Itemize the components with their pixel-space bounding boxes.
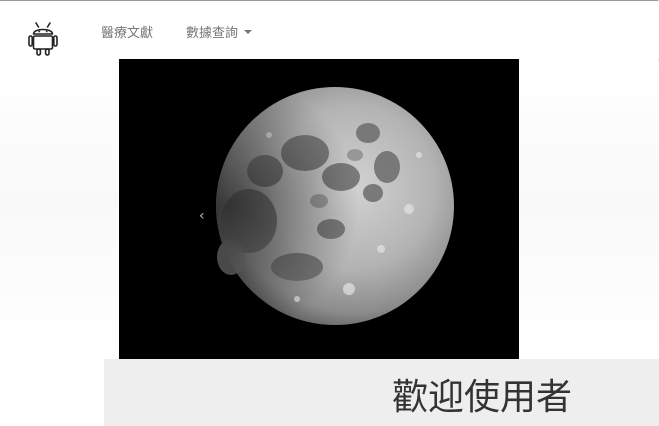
nav-link-docs-label: 醫療文獻	[101, 26, 154, 41]
navbar: 醫療文獻 數據查詢	[0, 1, 659, 59]
navbar-brand[interactable]	[28, 20, 58, 56]
carousel	[119, 59, 519, 359]
nav-dropdown-query[interactable]: 數據查詢	[186, 26, 253, 42]
nav-link-docs[interactable]: 醫療文獻	[101, 26, 153, 42]
moon-image	[119, 59, 519, 359]
page: 醫療文獻 數據查詢 ‹ 歡迎使用者	[0, 0, 659, 426]
caret-down-icon	[244, 30, 253, 34]
chevron-left-icon: ‹	[199, 208, 205, 224]
welcome-heading: 歡迎使用者	[392, 377, 573, 418]
android-icon	[28, 22, 58, 56]
carousel-prev-control[interactable]: ‹	[199, 206, 211, 226]
nav-dropdown-query-label: 數據查詢	[186, 26, 239, 41]
jumbotron	[104, 359, 659, 426]
